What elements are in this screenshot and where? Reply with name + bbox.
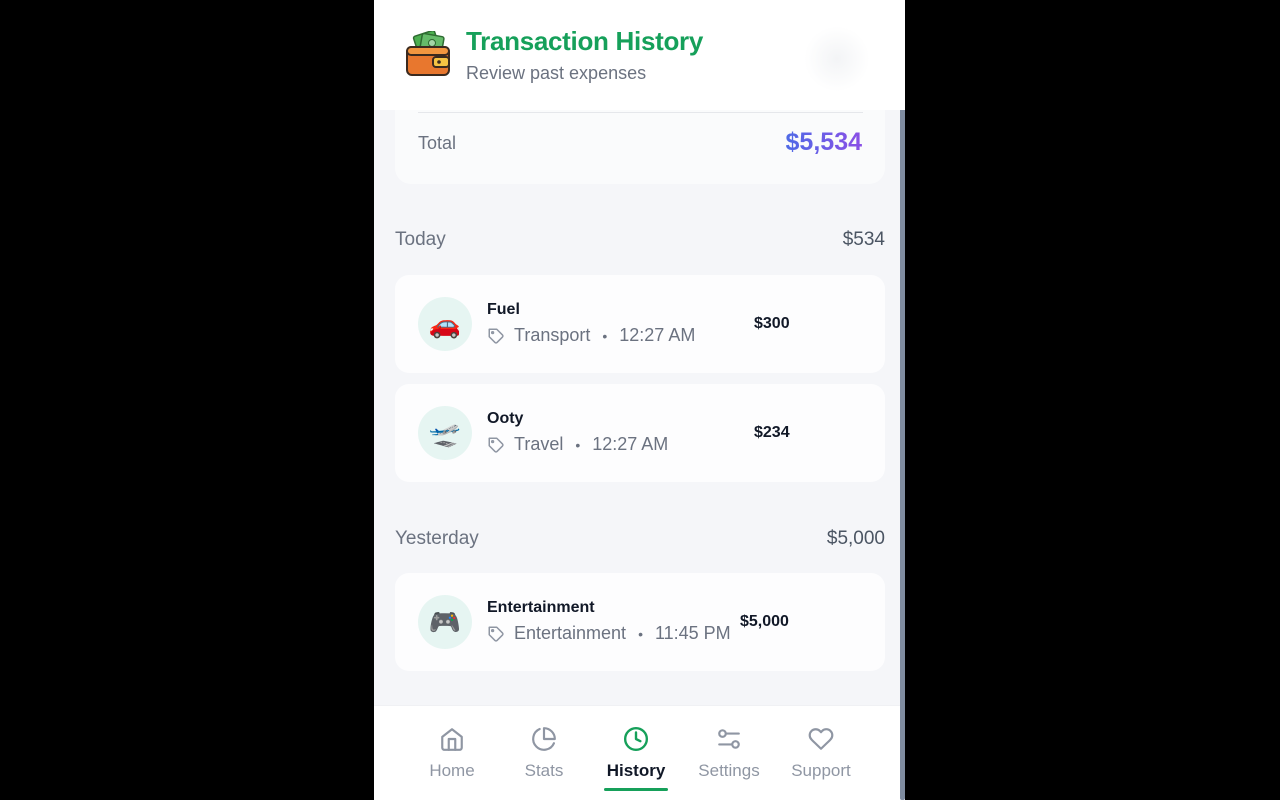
bottom-tab-bar: Home Stats History Settings Support: [374, 705, 900, 800]
tab-settings[interactable]: Settings: [684, 706, 774, 800]
tag-icon: [488, 328, 504, 344]
group-header-yesterday: Yesterday $5,000: [395, 528, 885, 554]
tab-label: Home: [429, 761, 475, 780]
transaction-item[interactable]: 🛫 Ooty Travel • 12:27 AM $234: [395, 384, 885, 482]
group-label: Yesterday: [395, 528, 479, 549]
transaction-time: 12:27 AM: [619, 325, 696, 345]
transaction-name: Fuel: [487, 301, 520, 318]
tab-history[interactable]: History: [591, 706, 681, 800]
car-emoji: 🚗: [418, 297, 472, 351]
app-screen: Total $5,534 Today $534 🚗 Fuel Transport…: [374, 0, 905, 800]
meta-separator: •: [602, 327, 608, 344]
transaction-meta: Transport • 12:27 AM: [487, 325, 695, 346]
transaction-item[interactable]: 🚗 Fuel Transport • 12:27 AM $300: [395, 275, 885, 373]
transaction-time: 11:45 PM: [654, 623, 731, 643]
transaction-category: Entertainment: [514, 623, 627, 643]
transaction-meta: Travel • 12:27 AM: [487, 434, 668, 455]
page-subtitle: Review past expenses: [466, 63, 647, 83]
home-icon: [441, 728, 463, 751]
transaction-amount: $5,000: [740, 613, 789, 630]
tab-label: Stats: [524, 761, 564, 780]
total-label: Total: [418, 133, 457, 153]
group-total: $5,000: [826, 528, 885, 549]
active-tab-indicator: [604, 788, 668, 791]
tab-home[interactable]: Home: [407, 706, 497, 800]
tag-icon: [488, 626, 504, 642]
page-title: Transaction History: [466, 26, 704, 56]
transaction-name: Entertainment: [487, 599, 595, 616]
tab-label: Settings: [698, 761, 760, 780]
transaction-amount: $300: [754, 315, 790, 332]
tab-support[interactable]: Support: [776, 706, 866, 800]
total-value: $5,534: [785, 128, 862, 156]
transaction-name: Ooty: [487, 410, 524, 427]
app-header: Transaction History Review past expenses: [374, 0, 905, 110]
tab-stats[interactable]: Stats: [499, 706, 589, 800]
transaction-amount: $234: [754, 424, 790, 441]
game-controller-emoji: 🎮: [418, 595, 472, 649]
scrollbar[interactable]: [900, 99, 905, 800]
clock-icon: [623, 726, 649, 752]
group-header-today: Today $534: [395, 229, 885, 255]
group-total: $534: [842, 229, 885, 250]
transaction-category: Transport: [514, 325, 591, 345]
wallet-icon: [406, 31, 450, 76]
meta-separator: •: [575, 436, 581, 453]
transaction-time: 12:27 AM: [592, 434, 669, 454]
group-label: Today: [395, 229, 446, 250]
airplane-emoji: 🛫: [418, 406, 472, 460]
tab-label: History: [606, 761, 666, 780]
heart-icon: [808, 728, 834, 750]
meta-separator: •: [638, 625, 643, 642]
divider: [418, 112, 863, 113]
pie-chart-icon: [532, 727, 556, 751]
transaction-item[interactable]: 🎮 Entertainment Entertainment • 11:45 PM…: [395, 573, 885, 671]
total-card: Total $5,534: [395, 100, 885, 184]
sliders-icon: [718, 729, 740, 749]
transaction-meta: Entertainment • 11:45 PM: [487, 623, 731, 644]
tab-label: Support: [791, 761, 851, 780]
transaction-category: Travel: [514, 434, 564, 454]
header-action-button[interactable]: [804, 26, 870, 92]
tag-icon: [488, 437, 504, 453]
